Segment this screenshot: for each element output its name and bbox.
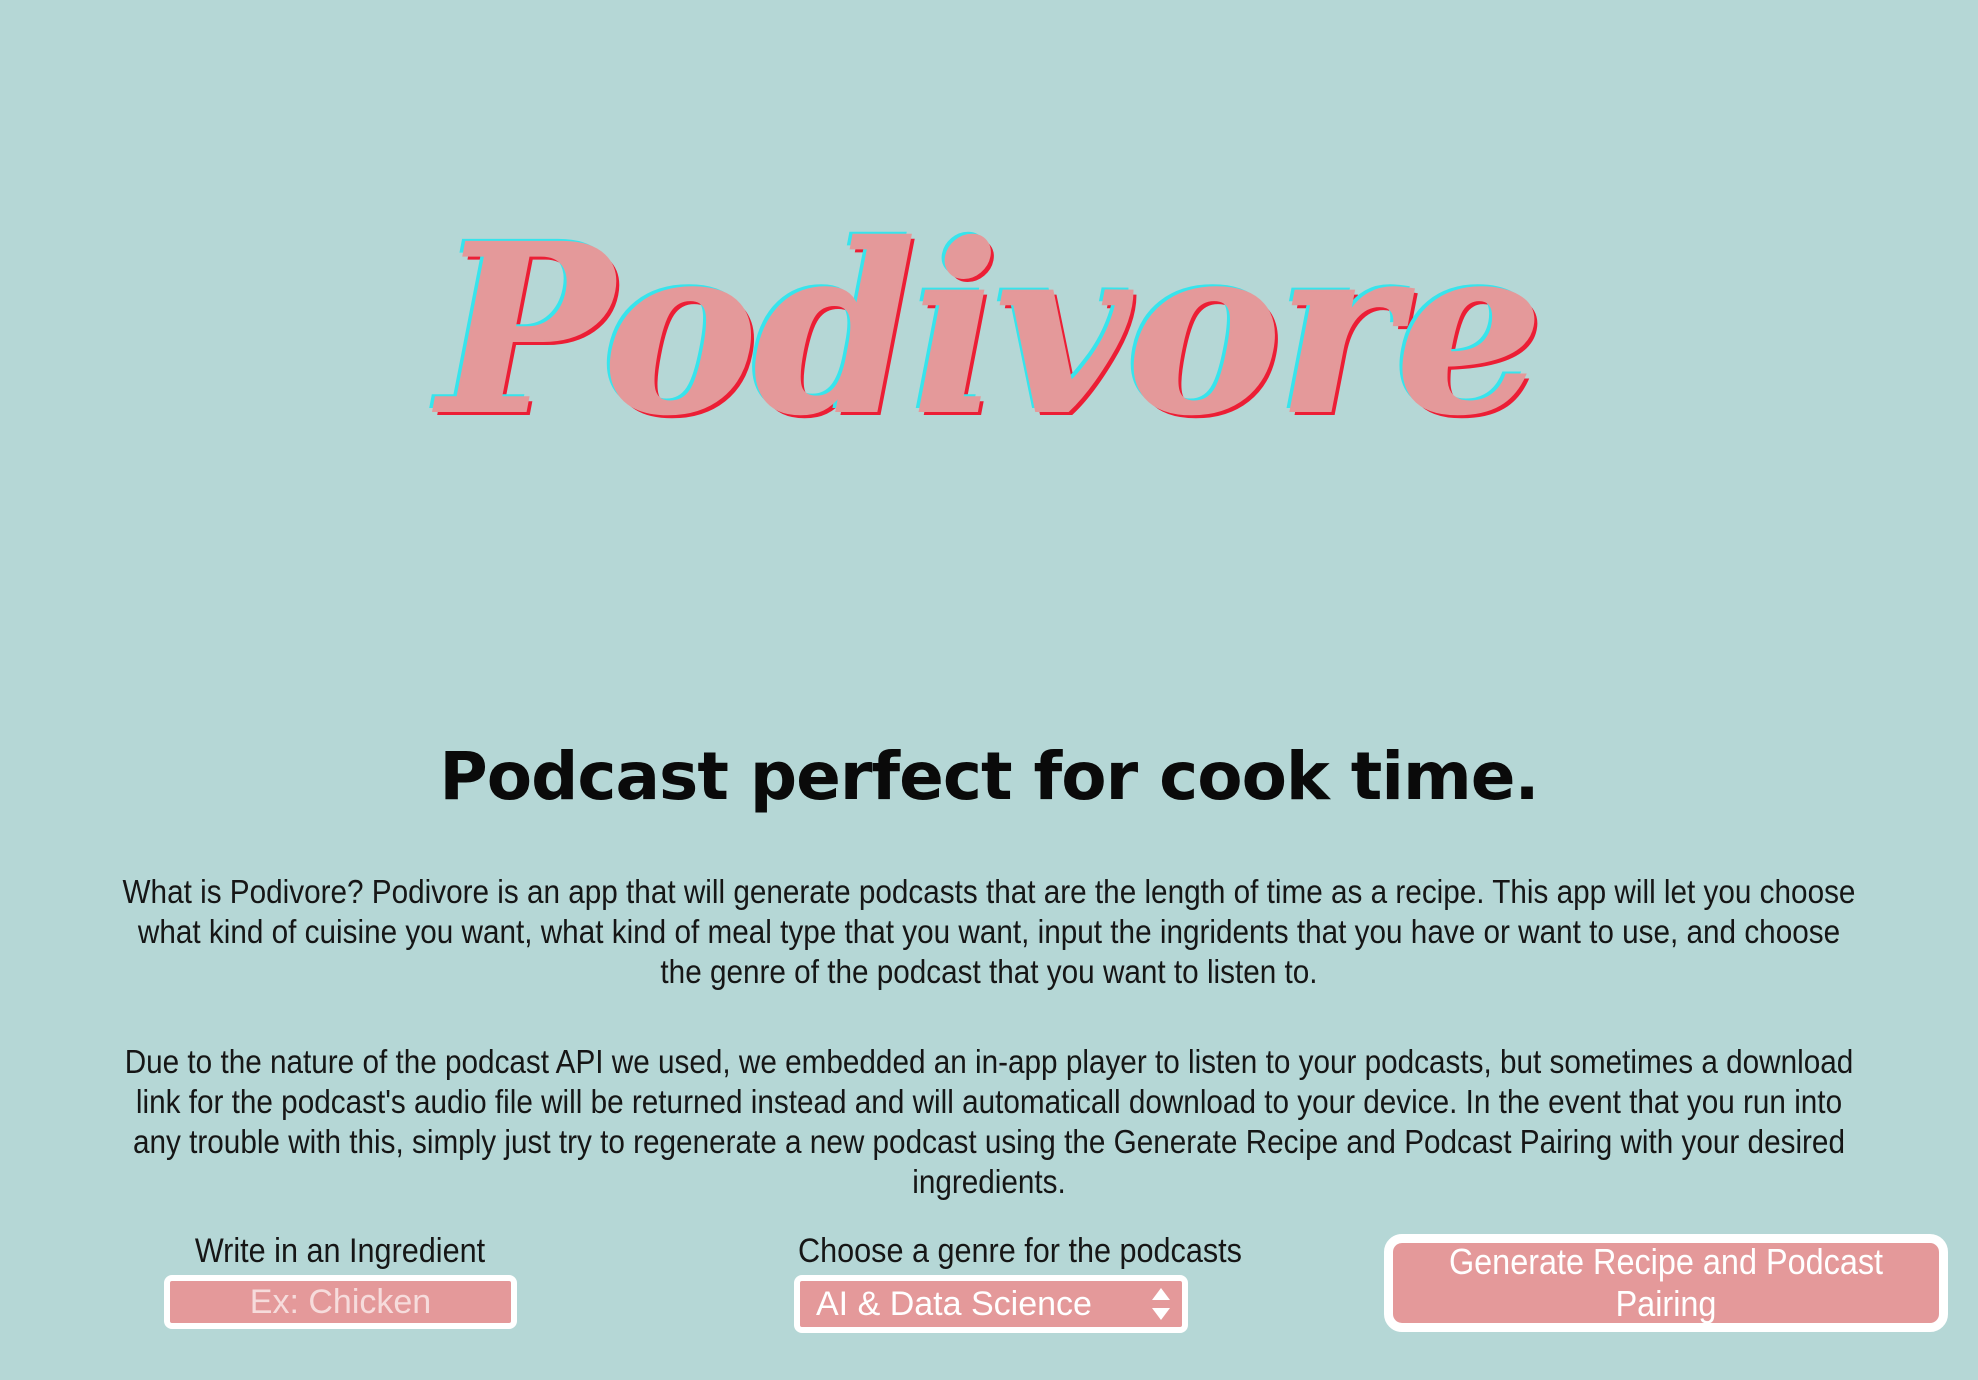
podivore-logo: Podivore [438,193,1545,466]
ingredient-input[interactable] [164,1275,517,1329]
ingredient-label: Write in an Ingredient [194,1232,486,1270]
genre-select[interactable]: AI & Data Science [794,1275,1188,1333]
generate-pairing-button[interactable]: Generate Recipe and Podcast Pairing [1384,1234,1948,1332]
genre-selected-value: AI & Data Science [816,1284,1092,1323]
about-paragraph: What is Podivore? Podivore is an app tha… [122,873,1856,990]
generate-pairing-button-label: Generate Recipe and Podcast Pairing [1448,1241,1884,1324]
up-down-chevron-icon [1148,1284,1176,1324]
page-headline: Podcast perfect for cook time. [439,738,1539,815]
genre-label: Choose a genre for the podcasts [797,1232,1242,1270]
api-notice-paragraph: Due to the nature of the podcast API we … [124,1043,1854,1200]
logo-container: Podivore [0,170,1978,490]
